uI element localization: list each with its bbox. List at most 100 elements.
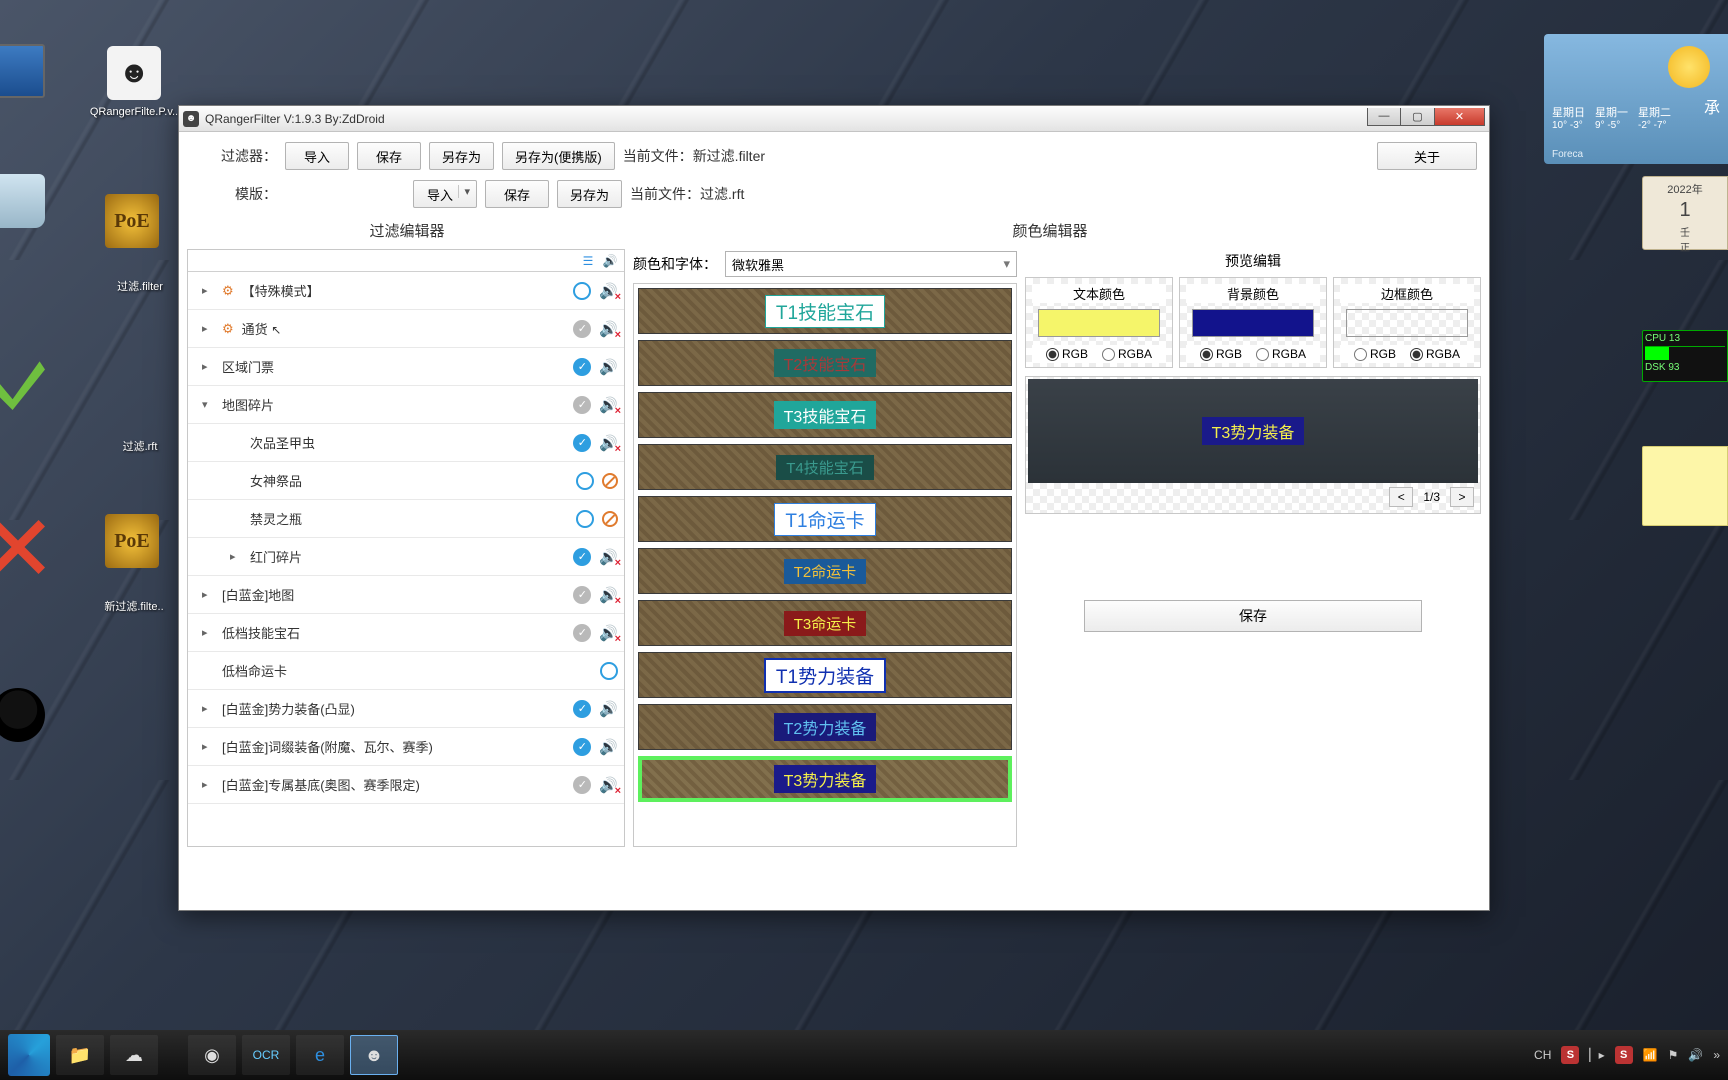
status-on-icon[interactable] xyxy=(573,358,591,376)
pager-next[interactable]: > xyxy=(1450,487,1474,507)
preview-row[interactable]: T3势力装备 xyxy=(638,756,1012,802)
desktop-icon-qq[interactable] xyxy=(0,688,72,748)
status-ring-icon[interactable] xyxy=(576,510,594,528)
sound-mute-icon[interactable]: 🔊 xyxy=(599,320,618,338)
save-template-button[interactable]: 保存 xyxy=(485,180,549,208)
filter-tree[interactable]: ▸⚙【特殊模式】🔊▸⚙通货 ↖🔊▸区域门票🔊▾地图碎片🔊次品圣甲虫🔊女神祭品禁灵… xyxy=(188,272,624,846)
saveas-template-button[interactable]: 另存为 xyxy=(557,180,622,208)
preview-row[interactable]: T2命运卡 xyxy=(638,548,1012,594)
taskbar-ocr[interactable]: OCR xyxy=(242,1035,290,1075)
sound-mute-icon[interactable]: 🔊 xyxy=(599,624,618,642)
pager-prev[interactable]: < xyxy=(1389,487,1413,507)
cpu-gadget[interactable]: CPU 13 DSK 93 xyxy=(1642,330,1728,382)
volume-header-icon[interactable]: 🔊 xyxy=(602,253,618,269)
tree-row[interactable]: ▸[白蓝金]词缀装备(附魔、瓦尔、赛季)🔊 xyxy=(188,728,624,766)
preview-list[interactable]: T1技能宝石 T2技能宝石 T3技能宝石 T4技能宝石 T1命运卡 T2命运卡 T3命运卡 T… xyxy=(633,283,1017,847)
system-tray[interactable]: CH S ▏▸ S 📶 ⚑ 🔊 » xyxy=(1534,1046,1720,1064)
tree-row[interactable]: ▸[白蓝金]地图🔊 xyxy=(188,576,624,614)
desktop-label-newfilter[interactable]: 新过滤.filte.. xyxy=(80,598,188,614)
border-rgb-radio[interactable]: RGB xyxy=(1354,347,1396,361)
preview-row[interactable]: T1命运卡 xyxy=(638,496,1012,542)
sticky-note-gadget[interactable] xyxy=(1642,446,1728,526)
tree-row[interactable]: 低档命运卡 xyxy=(188,652,624,690)
tree-row[interactable]: ▸[白蓝金]专属基底(奥图、赛季限定)🔊 xyxy=(188,766,624,804)
minimize-button[interactable]: — xyxy=(1367,108,1401,126)
sound-on-icon[interactable]: 🔊 xyxy=(599,358,618,376)
save-filter-button[interactable]: 保存 xyxy=(357,142,421,170)
titlebar[interactable]: ☻ QRangerFilter V:1.9.3 By:ZdDroid — ▢ ✕ xyxy=(179,106,1489,132)
import-template-button[interactable]: 导入 xyxy=(413,180,477,208)
about-button[interactable]: 关于 xyxy=(1377,142,1477,170)
desktop-icon-poe-2[interactable]: PoE xyxy=(78,514,186,574)
taskbar-ie[interactable]: e xyxy=(296,1035,344,1075)
bg-rgba-radio[interactable]: RGBA xyxy=(1256,347,1306,361)
status-ring-icon[interactable] xyxy=(600,662,618,680)
preview-row[interactable]: T3命运卡 xyxy=(638,600,1012,646)
tree-row[interactable]: 女神祭品 xyxy=(188,462,624,500)
calendar-gadget[interactable]: 2022年 1 壬正 xyxy=(1642,176,1728,250)
saveas-filter-button[interactable]: 另存为 xyxy=(429,142,494,170)
status-on-icon[interactable] xyxy=(573,434,591,452)
preview-row[interactable]: T1技能宝石 xyxy=(638,288,1012,334)
sound-mute-icon[interactable]: 🔊 xyxy=(599,586,618,604)
status-on-icon[interactable] xyxy=(573,700,591,718)
sound-mute-icon[interactable]: 🔊 xyxy=(599,548,618,566)
desktop-icon-cross[interactable] xyxy=(0,520,72,580)
status-on-icon[interactable] xyxy=(573,738,591,756)
status-gray-icon[interactable] xyxy=(573,776,591,794)
tree-row[interactable]: 禁灵之瓶 xyxy=(188,500,624,538)
saveas-portable-button[interactable]: 另存为(便携版) xyxy=(502,142,615,170)
status-gray-icon[interactable] xyxy=(573,624,591,642)
border-rgba-radio[interactable]: RGBA xyxy=(1410,347,1460,361)
bg-color-swatch[interactable] xyxy=(1192,309,1314,337)
sliders-icon[interactable]: ☰ xyxy=(580,253,596,269)
preview-row[interactable]: T2势力装备 xyxy=(638,704,1012,750)
forbid-icon[interactable] xyxy=(602,511,618,527)
tree-row[interactable]: ▸[白蓝金]势力装备(凸显)🔊 xyxy=(188,690,624,728)
tree-row[interactable]: ▸红门碎片🔊 xyxy=(188,538,624,576)
status-gray-icon[interactable] xyxy=(573,586,591,604)
status-gray-icon[interactable] xyxy=(573,396,591,414)
font-select[interactable]: 微软雅黑 xyxy=(725,251,1017,277)
sound-mute-icon[interactable]: 🔊 xyxy=(599,282,618,300)
sound-mute-icon[interactable]: 🔊 xyxy=(599,776,618,794)
desktop-icon-qrangerfilter[interactable]: ☻QRangerFilte.P.v.. xyxy=(80,46,188,118)
text-color-swatch[interactable] xyxy=(1038,309,1160,337)
forbid-icon[interactable] xyxy=(602,473,618,489)
status-gray-icon[interactable] xyxy=(573,320,591,338)
preview-row[interactable]: T3技能宝石 xyxy=(638,392,1012,438)
taskbar-explorer[interactable]: 📁 xyxy=(56,1035,104,1075)
taskbar[interactable]: 📁 ☁ ◉ OCR e ☻ CH S ▏▸ S 📶 ⚑ 🔊 » xyxy=(0,1030,1728,1080)
maximize-button[interactable]: ▢ xyxy=(1401,108,1435,126)
preview-row[interactable]: T4技能宝石 xyxy=(638,444,1012,490)
desktop-icon-monitor[interactable] xyxy=(0,44,72,104)
preview-row[interactable]: T1势力装备 xyxy=(638,652,1012,698)
taskbar-cloud[interactable]: ☁ xyxy=(110,1035,158,1075)
tree-row[interactable]: 次品圣甲虫🔊 xyxy=(188,424,624,462)
sound-mute-icon[interactable]: 🔊 xyxy=(599,434,618,452)
desktop-icon-recycle-bin[interactable] xyxy=(0,174,72,234)
desktop-icon-checkmark[interactable] xyxy=(0,356,72,416)
desktop-icon-poe-1[interactable]: PoE xyxy=(78,194,186,254)
bg-rgb-radio[interactable]: RGB xyxy=(1200,347,1242,361)
tree-row[interactable]: ▸低档技能宝石🔊 xyxy=(188,614,624,652)
tree-row[interactable]: ▸⚙通货 ↖🔊 xyxy=(188,310,624,348)
sound-on-icon[interactable]: 🔊 xyxy=(599,700,618,718)
start-button[interactable] xyxy=(8,1034,50,1076)
preview-row[interactable]: T2技能宝石 xyxy=(638,340,1012,386)
border-color-swatch[interactable] xyxy=(1346,309,1468,337)
status-ring-icon[interactable] xyxy=(573,282,591,300)
text-rgba-radio[interactable]: RGBA xyxy=(1102,347,1152,361)
tree-row[interactable]: ▸区域门票🔊 xyxy=(188,348,624,386)
tree-row[interactable]: ▾地图碎片🔊 xyxy=(188,386,624,424)
taskbar-qrangerfilter[interactable]: ☻ xyxy=(350,1035,398,1075)
weather-gadget[interactable]: 承 星期日10° -3°星期一9° -5°星期二-2° -7° Foreca xyxy=(1544,34,1728,164)
import-filter-button[interactable]: 导入 xyxy=(285,142,349,170)
sound-mute-icon[interactable]: 🔊 xyxy=(599,396,618,414)
tree-row[interactable]: ▸⚙【特殊模式】🔊 xyxy=(188,272,624,310)
status-on-icon[interactable] xyxy=(573,548,591,566)
color-save-button[interactable]: 保存 xyxy=(1084,600,1422,632)
taskbar-chrome[interactable]: ◉ xyxy=(188,1035,236,1075)
sound-on-icon[interactable]: 🔊 xyxy=(599,738,618,756)
close-button[interactable]: ✕ xyxy=(1435,108,1485,126)
